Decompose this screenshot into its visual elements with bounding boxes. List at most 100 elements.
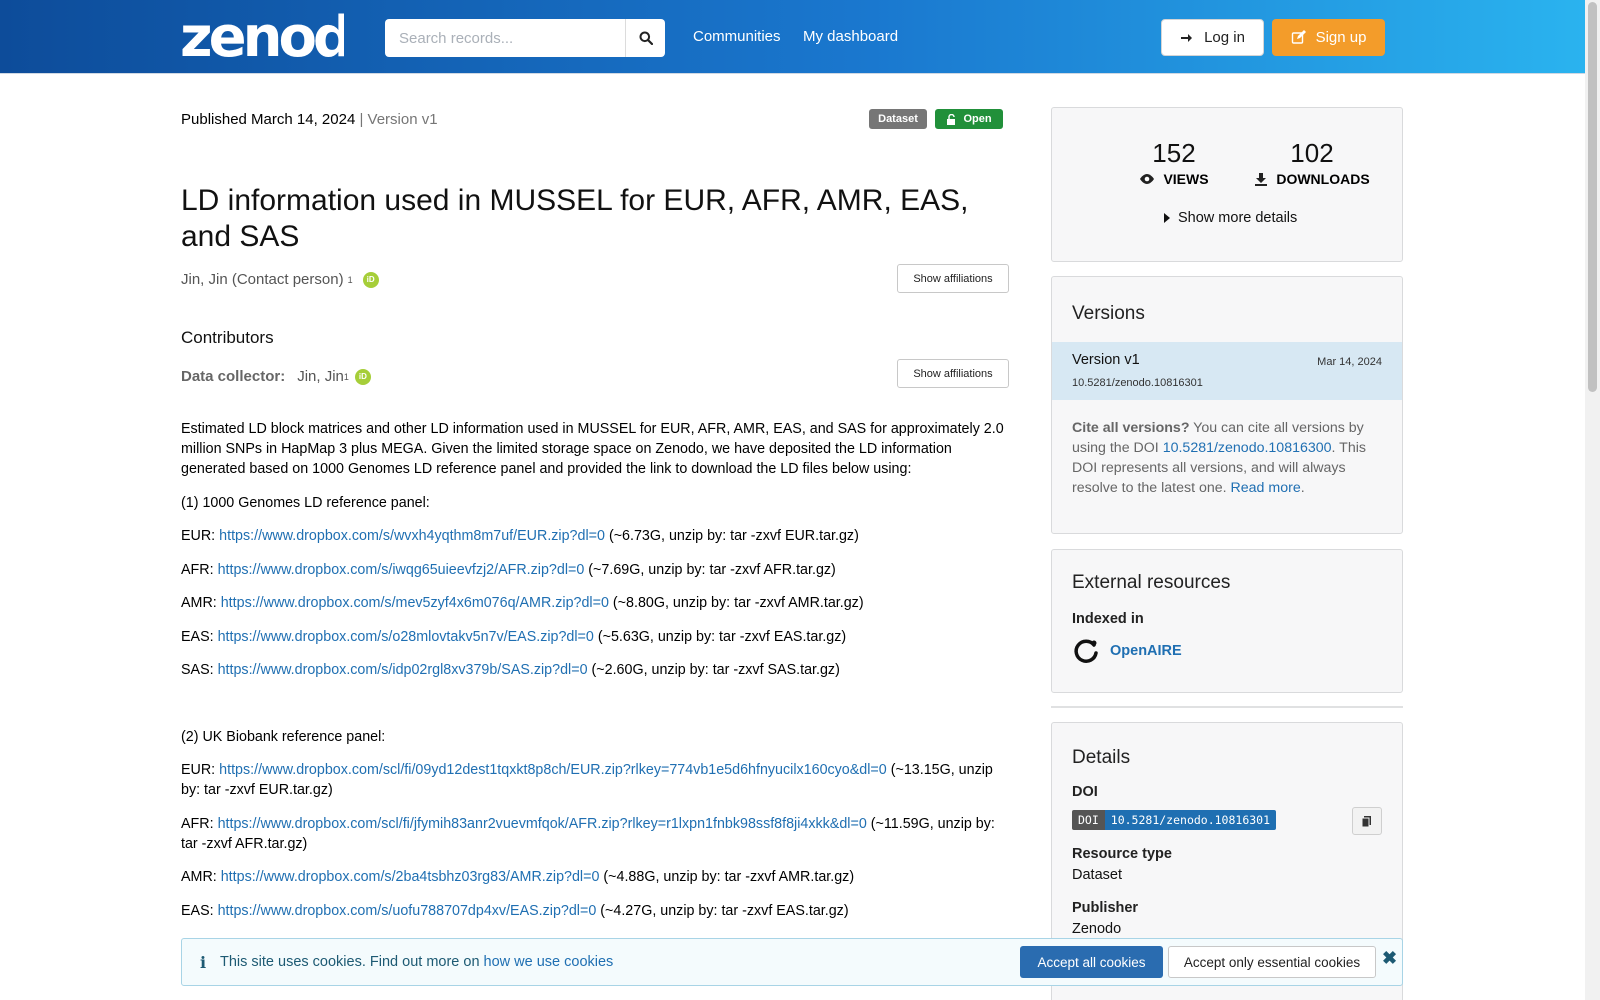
svg-text:zenodo: zenodo [180,6,344,62]
download-link[interactable]: https://www.dropbox.com/scl/fi/09yd12des… [219,762,887,778]
indexed-in-label: Indexed in [1072,611,1144,627]
show-affiliations-button[interactable]: Show affiliations [897,264,1009,293]
doi-label: DOI [1072,784,1098,800]
copy-doi-button[interactable] [1352,807,1382,835]
nav-my-dashboard[interactable]: My dashboard [803,28,898,45]
list-item: AMR: https://www.dropbox.com/s/2ba4tsbhz… [181,869,855,885]
doi-badge[interactable]: DOI 10.5281/zenodo.10816301 [1072,810,1277,830]
version-name[interactable]: Version v1 [1072,352,1140,368]
record-title: LD information used in MUSSEL for EUR, A… [181,184,969,253]
stats-card: 152 VIEWS 102 DOWNLOADS Show more detail… [1051,107,1403,262]
contributors-heading: Contributors [181,328,274,347]
views-label: VIEWS [1163,171,1209,187]
search-bar [385,19,665,57]
views-count: 152 [1152,138,1196,168]
caret-right-icon [1164,213,1170,223]
list-item: SAS: https://www.dropbox.com/s/idp02rgl8… [181,662,840,678]
publisher-label: Publisher [1072,900,1139,916]
download-link[interactable]: https://www.dropbox.com/s/uofu788707dp4x… [218,903,597,919]
panel2-heading: (2) UK Biobank reference panel: [181,728,386,745]
external-resources-card: External resources Indexed in OpenAIRE [1051,549,1403,693]
signup-button[interactable]: Sign up [1272,19,1385,56]
creator[interactable]: Jin, Jin (Contact person) 1 iD [181,271,379,288]
download-link[interactable]: https://www.dropbox.com/s/wvxh4yqthm8m7u… [219,528,605,544]
download-link[interactable]: https://www.dropbox.com/s/o28mlovtakv5n7… [218,629,594,645]
zenodo-logo[interactable]: zenodo [180,6,344,62]
access-badge: Open [935,109,1003,129]
doi-badge-value[interactable]: 10.5281/zenodo.10816301 [1104,810,1277,830]
data-collector-name[interactable]: Jin, Jin [297,368,344,385]
resource-type-value: Dataset [1072,867,1122,883]
show-more-details-label: Show more details [1178,210,1298,226]
sign-in-icon [1181,33,1193,42]
scrollbar-thumb[interactable] [1588,2,1597,392]
scrollbar[interactable] [1585,0,1600,1000]
version-info: | Version v1 [359,111,438,128]
eye-icon [1140,174,1155,184]
list-item: AFR: https://www.dropbox.com/s/iwqg65uie… [181,561,836,578]
creator-name[interactable]: Jin, Jin (Contact person) [181,271,344,288]
orcid-icon[interactable]: iD [354,368,371,385]
search-icon [639,31,653,45]
copy-icon [1361,815,1371,827]
show-more-details-toggle[interactable]: Show more details [1164,210,1297,226]
top-header: zenodo Communities My dashboard Log in S… [0,0,1585,74]
list-item: EUR: https://www.dropbox.com/s/wvxh4yqth… [181,528,859,544]
version-date: Mar 14, 2024 [1317,356,1382,368]
collector-affiliation-number: 1 [343,371,349,382]
openaire-label[interactable]: OpenAIRE [1110,643,1182,659]
record-description: Estimated LD block matrices and other LD… [181,419,1008,934]
login-button[interactable]: Log in [1161,19,1264,56]
version-doi: 10.5281/zenodo.10816301 [1072,377,1203,389]
read-more-link[interactable]: Read more [1231,480,1301,496]
search-input[interactable] [385,19,625,57]
nav-communities[interactable]: Communities [693,28,781,45]
close-icon[interactable]: ✖ [1382,948,1397,969]
cookie-banner: i This site uses cookies. Find out more … [181,938,1403,986]
show-contributor-affiliations-button[interactable]: Show affiliations [897,359,1009,388]
list-item: AFR: https://www.dropbox.com/scl/fi/jfym… [181,815,995,852]
list-item: EUR: https://www.dropbox.com/scl/fi/09yd… [181,762,993,798]
download-link[interactable]: https://www.dropbox.com/s/mev5zyf4x6m076… [221,595,609,611]
panel1-heading: (1) 1000 Genomes LD reference panel: [181,494,430,511]
external-resources-heading: External resources [1072,572,1231,593]
cite-all-versions: Cite all versions? You can cite all vers… [1072,420,1366,496]
data-collector: Data collector: Jin, Jin 1 iD [181,368,371,385]
search-button[interactable] [625,19,665,57]
edit-icon [1291,30,1306,44]
openaire-logo-icon [1074,639,1098,663]
accept-all-cookies-button[interactable]: Accept all cookies [1020,946,1163,978]
publisher-value: Zenodo [1072,921,1122,937]
published-date: Published March 14, 2024 [181,111,356,128]
cookie-message: This site uses cookies. Find out more on… [220,954,614,970]
publication-info: Published March 14, 2024 | Version v1 [181,111,438,128]
divider [1051,706,1403,708]
downloads-label: DOWNLOADS [1276,171,1370,187]
orcid-icon[interactable]: iD [362,271,379,288]
list-item: EAS: https://www.dropbox.com/s/uofu78870… [181,902,849,919]
data-collector-label: Data collector: [181,368,286,385]
accept-essential-cookies-button[interactable]: Accept only essential cookies [1168,946,1376,978]
cite-all-versions-label: Cite all versions? [1072,420,1190,436]
login-label: Log in [1204,29,1245,46]
downloads-stat: 102 DOWNLOADS [1242,138,1382,187]
openaire-link[interactable]: OpenAIRE [1072,637,1182,665]
signup-label: Sign up [1315,29,1367,46]
download-link[interactable]: https://www.dropbox.com/s/idp02rgl8xv379… [218,662,588,678]
creator-affiliation-number: 1 [347,274,353,285]
version-item[interactable]: Version v1 Mar 14, 2024 10.5281/zenodo.1… [1052,342,1402,400]
download-link[interactable]: https://www.dropbox.com/s/iwqg65uieevfzj… [218,562,585,578]
versions-card: Versions Version v1 Mar 14, 2024 10.5281… [1051,276,1403,534]
download-icon [1255,173,1268,186]
download-link[interactable]: https://www.dropbox.com/s/2ba4tsbhz03rg8… [221,869,600,885]
download-link[interactable]: https://www.dropbox.com/scl/fi/jfymih83a… [218,816,867,832]
details-heading: Details [1072,747,1131,768]
concept-doi-link[interactable]: 10.5281/zenodo.10816300 [1163,440,1332,456]
description-intro: Estimated LD block matrices and other LD… [181,421,1004,477]
versions-heading: Versions [1072,303,1145,324]
list-item: EAS: https://www.dropbox.com/s/o28mlovta… [181,628,847,645]
list-item: AMR: https://www.dropbox.com/s/mev5zyf4x… [181,595,864,611]
unlock-icon [947,113,956,125]
cookie-policy-link[interactable]: how we use cookies [484,954,614,970]
